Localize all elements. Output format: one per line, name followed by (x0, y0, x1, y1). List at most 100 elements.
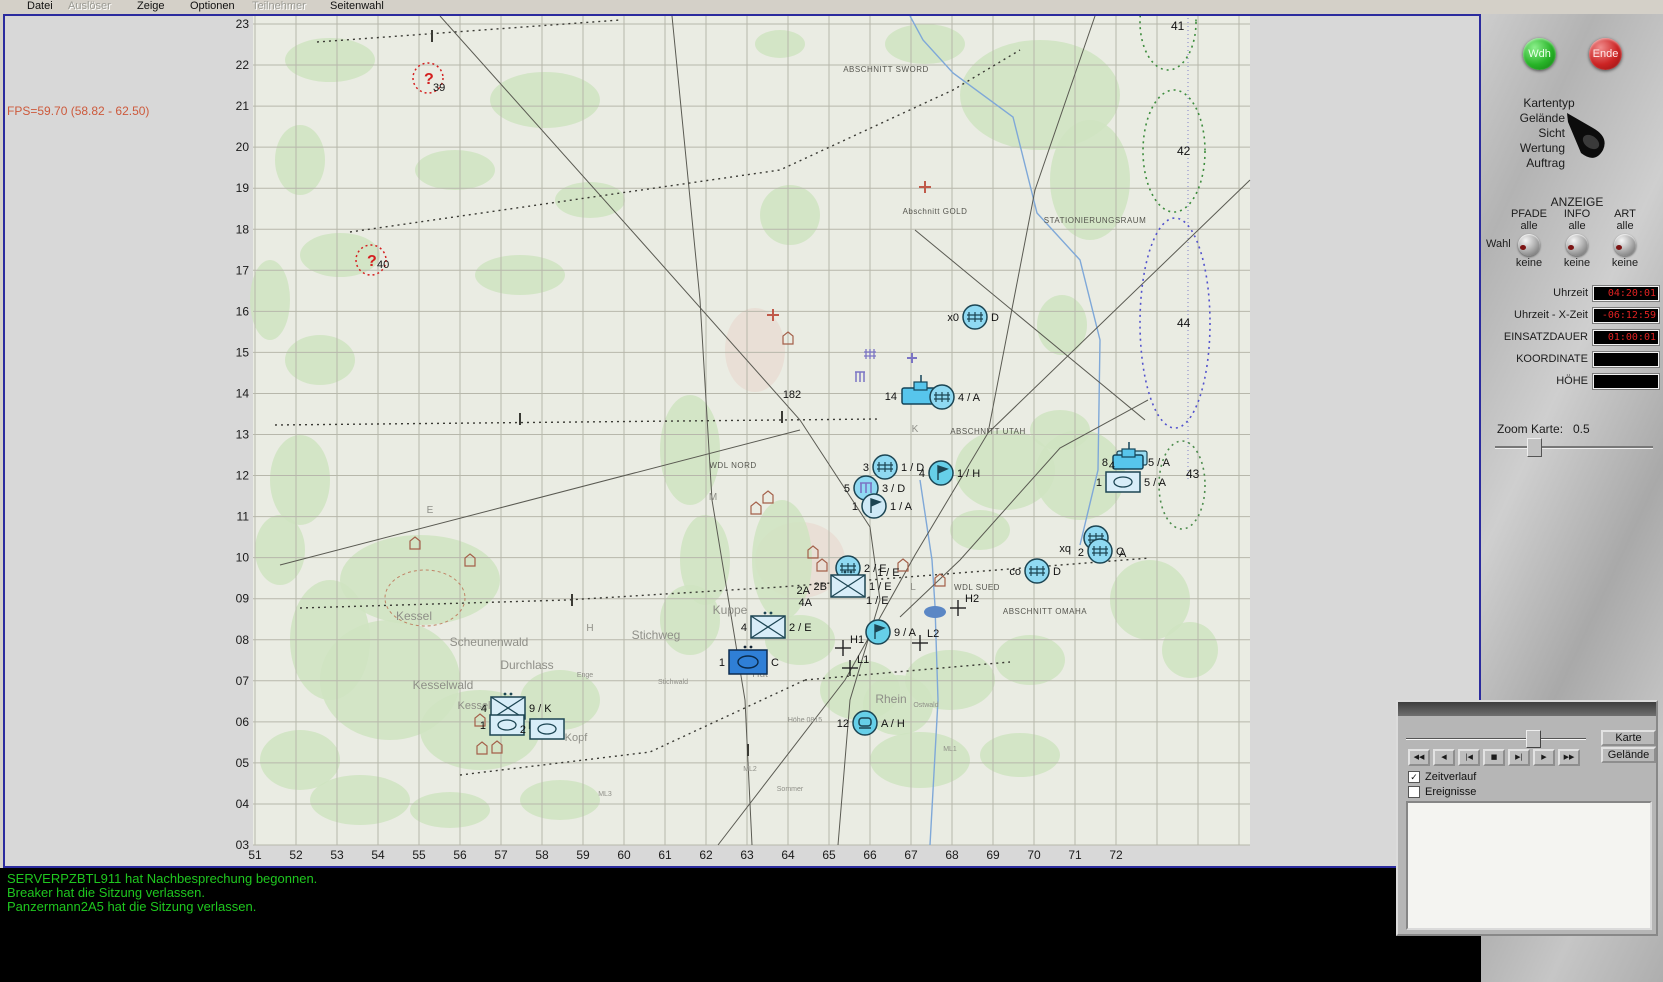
map-zoom-label: Zoom Karte: (1497, 422, 1564, 436)
checkbox-row-zeitverlauf[interactable]: ✓ Zeitverlauf (1408, 769, 1476, 784)
svg-text:3 / D: 3 / D (882, 483, 905, 495)
panel-button-gel-nde[interactable]: Gelände (1601, 747, 1656, 763)
svg-text:H1: H1 (850, 634, 864, 646)
menu-item-zeige[interactable]: Zeige (137, 0, 165, 13)
svg-text:xq: xq (1059, 543, 1071, 555)
svg-text:Enge: Enge (577, 672, 593, 679)
svg-text:D: D (1053, 566, 1061, 578)
svg-text:H: H (586, 623, 593, 634)
playback-button-6[interactable]: ▶▶ (1558, 749, 1580, 766)
svg-text:07: 07 (236, 674, 250, 688)
wdh-button[interactable]: Wdh (1523, 38, 1556, 70)
svg-text:14: 14 (885, 391, 897, 403)
menu-item-optionen[interactable]: Optionen (190, 0, 235, 13)
svg-text:Kessel: Kessel (396, 609, 432, 623)
replay-panel-titlebar[interactable] (1398, 702, 1656, 716)
knob-art[interactable] (1614, 234, 1636, 256)
log-message: SERVERPZBTL911 hat Nachbesprechung begon… (7, 871, 318, 886)
battle-map[interactable]: 2322212019181716151413121110090807060504… (5, 0, 1475, 862)
anzeige-title: ANZEIGE (1550, 195, 1604, 209)
kartentyp-option-wertung[interactable]: Wertung (1481, 141, 1565, 156)
svg-text:Durchlass: Durchlass (500, 658, 553, 672)
playback-button-0[interactable]: ◀◀ (1408, 749, 1430, 766)
event-list[interactable] (1406, 801, 1652, 930)
checkbox-zeitverlauf[interactable]: ✓ (1408, 770, 1420, 783)
anzeige-keine-label: keine (1611, 257, 1639, 269)
kartentyp-option-sicht[interactable]: Sicht (1481, 126, 1565, 141)
svg-text:L: L (910, 582, 916, 593)
battle-map-container[interactable]: 23 22 21 20 19 18 17 16 15 14 13 12 11 10 09 08 07 06 05 04… (5, 0, 1475, 867)
svg-text:A: A (1119, 548, 1127, 560)
svg-text:42: 42 (1177, 144, 1191, 158)
display-label: KOORDINATE (1516, 353, 1588, 365)
menu-item-seitenwahl[interactable]: Seitenwahl (330, 0, 384, 13)
map-zoom-slider-handle[interactable] (1527, 438, 1542, 457)
svg-text:51: 51 (248, 848, 262, 862)
playback-button-1[interactable]: ◀ (1433, 749, 1455, 766)
playback-button-5[interactable]: ▶ (1533, 749, 1555, 766)
knob-info[interactable] (1566, 234, 1588, 256)
svg-text:Sommer: Sommer (777, 786, 804, 793)
display-row-koordinate: KOORDINATE (1481, 352, 1663, 367)
svg-text:16: 16 (236, 304, 250, 318)
display-value: 01:00:01 (1593, 330, 1659, 345)
svg-text:ABSCHNITT OMAHA: ABSCHNITT OMAHA (1003, 607, 1087, 616)
svg-text:WDL SUED: WDL SUED (954, 583, 1000, 592)
fps-counter: FPS=59.70 (58.82 - 62.50) (7, 104, 150, 118)
svg-text:13: 13 (236, 428, 250, 442)
checkbox-row-ereignisse[interactable]: Ereignisse (1408, 784, 1476, 799)
svg-text:H2: H2 (965, 593, 979, 605)
svg-text:17: 17 (236, 263, 250, 277)
map-zoom-slider[interactable] (1495, 438, 1653, 457)
panel-button-karte[interactable]: Karte (1601, 730, 1656, 746)
svg-text:ML3: ML3 (598, 791, 612, 798)
svg-text:2 / E: 2 / E (789, 622, 812, 634)
svg-text:Ostwald: Ostwald (913, 702, 938, 709)
svg-text:4 / A: 4 / A (958, 392, 981, 404)
display-label: HÖHE (1556, 375, 1588, 387)
menu-item-ausl-ser[interactable]: Auslöser (68, 0, 111, 13)
svg-text:39: 39 (433, 82, 445, 94)
replay-timeline-handle[interactable] (1526, 730, 1541, 748)
svg-text:65: 65 (822, 848, 836, 862)
svg-text:Rhein: Rhein (875, 692, 906, 706)
ende-button[interactable]: Ende (1589, 38, 1622, 70)
log-message: Panzermann2A5 hat die Sitzung verlassen. (7, 899, 257, 914)
kartentyp-option-gel-nde[interactable]: Gelände (1481, 111, 1565, 126)
svg-text:1: 1 (852, 501, 858, 513)
replay-timeline-slider[interactable] (1406, 738, 1586, 740)
svg-text:54: 54 (371, 848, 385, 862)
svg-text:2: 2 (520, 724, 526, 736)
svg-text:70: 70 (1027, 848, 1041, 862)
checkbox-ereignisse[interactable] (1408, 785, 1420, 798)
kartentyp-option-auftrag[interactable]: Auftrag (1481, 156, 1565, 171)
svg-text:8: 8 (1102, 457, 1108, 469)
checkbox-label: Zeitverlauf (1425, 770, 1477, 783)
log-message: Breaker hat die Sitzung verlassen. (7, 885, 205, 900)
menu-item-datei[interactable]: Datei (27, 0, 53, 13)
kartentyp-knob-icon[interactable] (1565, 110, 1613, 168)
svg-text:4A: 4A (799, 597, 813, 609)
playback-button-2[interactable]: |◀ (1458, 749, 1480, 766)
playback-button-4[interactable]: ▶| (1508, 749, 1530, 766)
svg-text:71: 71 (1068, 848, 1082, 862)
display-row-h-he: HÖHE (1481, 374, 1663, 389)
svg-text:1: 1 (480, 720, 486, 732)
svg-text:58: 58 (535, 848, 549, 862)
svg-text:40: 40 (377, 259, 389, 271)
svg-text:41: 41 (1171, 19, 1185, 33)
svg-text:9 / K: 9 / K (529, 703, 552, 715)
svg-text:9 / A: 9 / A (894, 627, 917, 639)
svg-text:09: 09 (236, 592, 250, 606)
display-row-einsatzdauer: EINSATZDAUER 01:00:01 (1481, 330, 1663, 345)
svg-text:68: 68 (945, 848, 959, 862)
svg-text:L1: L1 (857, 654, 869, 666)
playback-button-3[interactable]: ■ (1483, 749, 1505, 766)
anzeige-keine-label: keine (1515, 257, 1543, 269)
pbldg-icon (855, 371, 865, 382)
svg-text:C: C (771, 657, 779, 669)
svg-text:4: 4 (919, 468, 925, 480)
knob-pfade[interactable] (1518, 234, 1540, 256)
menu-item-teilnehmer[interactable]: Teilnehmer (252, 0, 306, 13)
svg-text:Höhe 0815: Höhe 0815 (788, 717, 822, 724)
